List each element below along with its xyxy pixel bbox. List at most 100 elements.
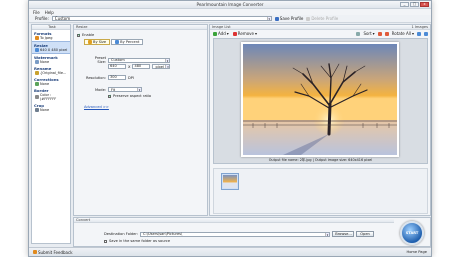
chevron-down-icon: ▾	[411, 31, 414, 36]
open-button[interactable]: Open	[356, 231, 375, 237]
destination-value: C:\Users\san\Pictures\	[143, 232, 183, 236]
remove-label: Remove	[237, 31, 254, 36]
delete-profile-label: Delete Profile	[311, 16, 339, 21]
percent-icon	[115, 40, 120, 44]
task-crop[interactable]: Crop None	[32, 102, 70, 113]
preset-label: Preset Size:	[94, 56, 106, 64]
plus-icon	[213, 31, 217, 36]
arrow-left-icon	[377, 31, 382, 36]
task-formats[interactable]: Formats To Jpeg	[32, 30, 70, 41]
browse-button[interactable]: Browse...	[332, 231, 355, 237]
rotate-left-button[interactable]	[417, 31, 421, 36]
task-corrections[interactable]: Corrections None	[32, 76, 70, 87]
convert-panel: Convert Destination Folder: C:\Users\san…	[73, 217, 431, 247]
move-right-button[interactable]	[384, 31, 389, 36]
unit-select[interactable]: pixel ▾	[152, 64, 171, 69]
profile-label: Profile:	[35, 16, 49, 21]
preset-value: Custom	[111, 58, 125, 62]
remove-button[interactable]: Remove ▾	[232, 31, 258, 36]
window-controls: _ □ x	[400, 2, 429, 7]
window-title: Pearlmountain Image Converter	[196, 2, 264, 7]
chevron-down-icon: ▾	[372, 31, 375, 36]
disk-icon	[274, 16, 279, 21]
delete-icon	[306, 16, 311, 21]
task-value: Color : (#FFFFFF	[39, 93, 57, 101]
rotate-all-button[interactable]: Rotate All ▾	[392, 31, 414, 36]
preserve-aspect-checkbox[interactable]	[108, 94, 111, 98]
maximize-button[interactable]: □	[410, 2, 419, 7]
border-icon	[35, 95, 39, 99]
watermark-icon	[35, 60, 39, 64]
height-input[interactable]: 480	[132, 64, 151, 69]
resize-panel: Resize Enable By Size By Percent Preset …	[73, 24, 208, 216]
same-folder-label: Save in the same folder as source	[109, 239, 171, 243]
menu-file[interactable]: File	[33, 10, 40, 15]
image-list-header: Image List 1 Images	[210, 25, 430, 30]
width-input[interactable]: 640	[108, 64, 126, 69]
profile-select[interactable]: Custom ▾	[51, 16, 272, 21]
mode-select[interactable]: Fit ▾	[108, 87, 142, 92]
tree-photo	[243, 44, 397, 155]
x-label: X	[128, 64, 131, 69]
image-thumbnail[interactable]	[221, 173, 239, 190]
chevron-down-icon: ▾	[137, 88, 141, 92]
destination-select[interactable]: C:\Users\san\Pictures\ ▾	[140, 231, 331, 237]
task-resize[interactable]: Resize 640 X 480 pixel	[32, 41, 70, 54]
image-list-panel: Image List 1 Images Add ▾ Remove ▾ Sort ▾ R…	[209, 24, 431, 216]
add-button[interactable]: Add ▾	[213, 31, 229, 36]
preset-select[interactable]: Custom ▾	[108, 57, 170, 63]
rotate-right-icon	[424, 31, 428, 36]
tab-by-percent[interactable]: By Percent	[111, 39, 144, 45]
start-label: START	[405, 231, 419, 235]
same-folder-checkbox[interactable]	[104, 239, 107, 243]
chevron-down-icon: ▾	[255, 31, 258, 36]
tab-label: By Percent	[120, 40, 140, 44]
task-value: 640 X 480 pixel	[40, 48, 68, 52]
status-bar: Submit Feedback Home Page	[29, 247, 431, 256]
tab-label: By Size	[93, 40, 107, 44]
save-profile-button[interactable]: Save Profile	[274, 16, 303, 21]
resolution-input[interactable]: 300	[108, 75, 126, 80]
open-label: Open	[360, 232, 370, 236]
tab-by-size[interactable]: By Size	[84, 39, 111, 45]
home-page-link[interactable]: Home Page	[407, 250, 427, 254]
arrow-right-icon	[384, 31, 389, 36]
rotate-right-button[interactable]	[424, 31, 428, 36]
task-border[interactable]: Border Color : (#FFFFFF	[32, 87, 70, 102]
resize-panel-header: Resize	[74, 25, 207, 30]
dpi-label: DPI	[128, 75, 134, 80]
title-bar: Pearlmountain Image Converter _ □ x	[29, 1, 431, 9]
browse-label: Browse...	[335, 232, 352, 236]
destination-label: Destination Folder:	[104, 232, 139, 236]
menu-help[interactable]: Help	[45, 10, 54, 15]
format-icon	[35, 36, 39, 40]
rotate-label: Rotate All	[391, 31, 411, 36]
image-count: 1 Images	[411, 25, 428, 29]
add-label: Add	[218, 31, 226, 36]
rotate-left-icon	[417, 31, 421, 36]
chevron-down-icon: ▾	[325, 232, 330, 237]
submit-feedback-link[interactable]: Submit Feedback	[33, 250, 73, 255]
view-icon	[356, 31, 361, 36]
thumbnail-strip	[213, 168, 428, 214]
size-icon	[88, 40, 92, 44]
chevron-down-icon: ▾	[165, 65, 170, 69]
enable-label: Enable	[82, 33, 95, 37]
delete-profile-button[interactable]: Delete Profile	[306, 16, 338, 21]
move-left-button[interactable]	[377, 31, 382, 36]
image-list-title: Image List	[212, 25, 231, 29]
task-watermark[interactable]: Watermark None	[32, 54, 70, 65]
advanced-link[interactable]: Advanced >>	[84, 105, 109, 109]
sort-label: Sort	[363, 31, 372, 36]
view-toggle-button[interactable]	[356, 31, 361, 36]
chevron-down-icon: ▾	[266, 17, 271, 21]
enable-checkbox[interactable]	[77, 33, 80, 37]
convert-header: Convert	[74, 218, 394, 223]
minimize-button[interactable]: _	[400, 2, 409, 7]
corrections-icon	[35, 82, 39, 86]
task-rename[interactable]: Rename {Original_file...	[32, 65, 70, 76]
sort-button[interactable]: Sort ▾	[363, 31, 374, 36]
close-button[interactable]: x	[420, 2, 429, 7]
start-button[interactable]: START	[400, 221, 424, 245]
profile-bar: Profile: Custom ▾ Save Profile Delete Pr…	[29, 15, 431, 23]
